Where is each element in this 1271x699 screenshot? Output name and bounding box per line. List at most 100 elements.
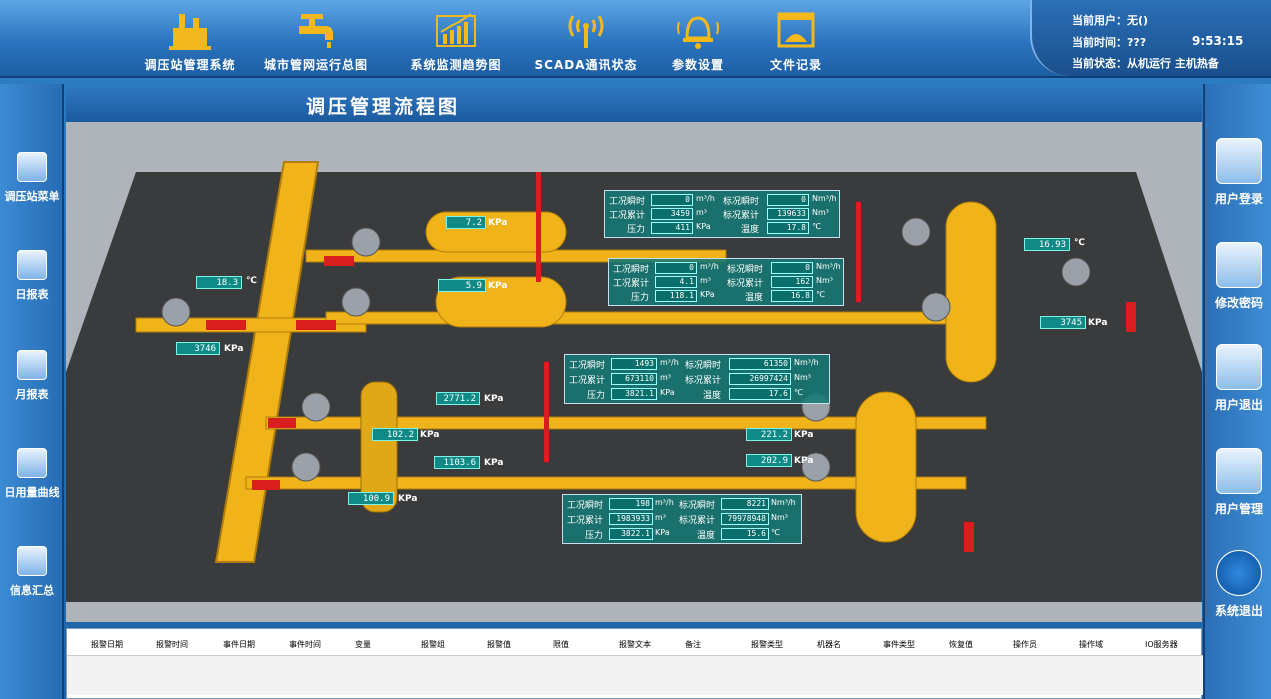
field-unit: Nm³/h [771, 498, 796, 507]
nav-file-records[interactable]: 文件记录 [736, 8, 856, 74]
pressure-reading: 3746 [176, 342, 220, 355]
column-header[interactable]: 报警文本 [619, 639, 651, 650]
nav-station-management[interactable]: 调压站管理系统 [130, 8, 250, 74]
side-item-info-summary[interactable]: 信息汇总 [0, 546, 64, 598]
nav-trend-chart[interactable]: 系统监测趋势图 [396, 8, 516, 74]
side-item-label: 信息汇总 [10, 584, 54, 597]
column-header[interactable]: 变量 [355, 639, 371, 650]
field-label: 标况瞬时 [685, 361, 722, 371]
column-header[interactable]: IO服务器 [1145, 639, 1178, 650]
field-label: 工况瞬时 [613, 265, 650, 275]
temperature-reading: 18.3 [196, 276, 242, 289]
current-time-label: 当前时间：??? [1072, 36, 1147, 49]
pressure-reading: 221.2 [746, 428, 792, 441]
column-header[interactable]: 限值 [553, 639, 569, 650]
field-unit: KPa [655, 528, 670, 537]
users-icon [1216, 448, 1262, 494]
side-item-label: 日用量曲线 [4, 486, 60, 499]
field-value: 0 [655, 262, 697, 274]
field-value: 673110 [611, 373, 657, 385]
column-header[interactable]: 报警时间 [156, 639, 188, 650]
field-label: 标况瞬时 [723, 197, 760, 207]
column-header[interactable]: 报警组 [421, 639, 445, 650]
valve [341, 287, 371, 317]
user-management-button[interactable]: 用户管理 [1205, 448, 1271, 517]
field-label: 温度 [741, 225, 760, 235]
pressure-reading: 100.9 [348, 492, 394, 505]
flow-arrow [296, 320, 336, 330]
user-logout-icon [1216, 344, 1262, 390]
field-value: 26997424 [729, 373, 791, 385]
column-header[interactable]: 事件类型 [883, 639, 915, 650]
field-unit: KPa [700, 290, 715, 299]
user-login-icon [1216, 138, 1262, 184]
field-value: 16.8 [771, 290, 813, 302]
change-password-button[interactable]: 修改密码 [1205, 242, 1271, 311]
field-value: 79978948 [721, 513, 769, 525]
nav-city-network[interactable]: 城市管网运行总图 [256, 8, 376, 74]
column-header[interactable]: 事件日期 [223, 639, 255, 650]
field-unit: m³/h [660, 358, 679, 367]
field-value: 0 [771, 262, 813, 274]
user-login-button[interactable]: 用户登录 [1205, 138, 1271, 207]
nav-scada-comm[interactable]: SCADA通讯状态 [526, 8, 646, 74]
temperature-reading: 16.93 [1024, 238, 1070, 251]
column-header[interactable]: 机器名 [817, 639, 841, 650]
unit-label: KPa [1088, 318, 1108, 328]
flow-arrow [324, 256, 354, 266]
side-item-label: 调压站菜单 [4, 190, 60, 203]
field-label: 工况累计 [609, 211, 646, 221]
power-icon [1216, 550, 1262, 596]
unit-label: ℃ [246, 276, 257, 286]
valve [291, 452, 321, 482]
field-label: 标况瞬时 [679, 501, 716, 511]
field-label: 工况累计 [613, 279, 650, 289]
side-item-monthly-report[interactable]: 月报表 [0, 350, 64, 402]
current-time-value: 9:53:15 [1192, 34, 1244, 48]
button-label: 用户登录 [1214, 192, 1263, 206]
nav-label: 调压站管理系统 [144, 58, 236, 72]
valve [301, 392, 331, 422]
field-label: 工况累计 [569, 376, 606, 386]
nav-label: 文件记录 [769, 58, 822, 72]
user-logout-button[interactable]: 用户退出 [1205, 344, 1271, 413]
side-item-usage-curve[interactable]: 日用量曲线 [0, 448, 64, 500]
current-user: 当前用户：无() [1072, 14, 1149, 27]
pressure-reading: 202.9 [746, 454, 792, 467]
right-sidebar: 用户登录 修改密码 用户退出 用户管理 系统退出 [1203, 84, 1271, 699]
field-label: 温度 [703, 391, 722, 401]
column-header[interactable]: 恢复值 [949, 639, 973, 650]
usage-curve-icon [17, 448, 47, 478]
column-header[interactable]: 备注 [685, 639, 701, 650]
field-label: 工况瞬时 [567, 501, 604, 511]
field-value: 411 [651, 222, 693, 234]
alarm-table-body[interactable] [67, 655, 1203, 695]
button-label: 用户退出 [1214, 398, 1263, 412]
document-icon [777, 12, 815, 48]
system-exit-button[interactable]: 系统退出 [1205, 550, 1271, 619]
field-label: 温度 [745, 293, 764, 303]
unit-label: KPa [484, 394, 504, 404]
side-item-label: 月报表 [15, 388, 49, 401]
field-label: 压力 [585, 531, 604, 541]
field-unit: Nm³/h [812, 194, 837, 203]
side-item-station-menu[interactable]: 调压站菜单 [0, 152, 64, 204]
left-sidebar: 调压站菜单 日报表 月报表 日用量曲线 信息汇总 [0, 84, 64, 699]
valve [921, 292, 951, 322]
field-value: 17.8 [767, 222, 809, 234]
column-header[interactable]: 报警值 [487, 639, 511, 650]
process-diagram: 18.3 ℃ 3746 KPa 7.2 KPa 5.9 KPa 16.93 ℃ … [66, 122, 1202, 622]
column-header[interactable]: 报警日期 [91, 639, 123, 650]
alarm-table[interactable]: 报警日期 报警时间 事件日期 事件时间 变量 报警组 报警值 限值 报警文本 备… [66, 628, 1203, 699]
antenna-icon [568, 15, 604, 48]
column-header[interactable]: 报警类型 [751, 639, 783, 650]
button-label: 系统退出 [1214, 604, 1263, 618]
flowmeter-panel: 工况瞬时 0 m³/h 标况瞬时 0 Nm³/h 工况累计 3459 m³ 标况… [604, 190, 840, 238]
monthly-report-icon [17, 350, 47, 380]
column-header[interactable]: 操作员 [1013, 639, 1037, 650]
column-header[interactable]: 操作域 [1079, 639, 1103, 650]
field-value: 198 [609, 498, 653, 510]
column-header[interactable]: 事件时间 [289, 639, 321, 650]
side-item-daily-report[interactable]: 日报表 [0, 250, 64, 302]
field-label: 标况累计 [727, 279, 764, 289]
